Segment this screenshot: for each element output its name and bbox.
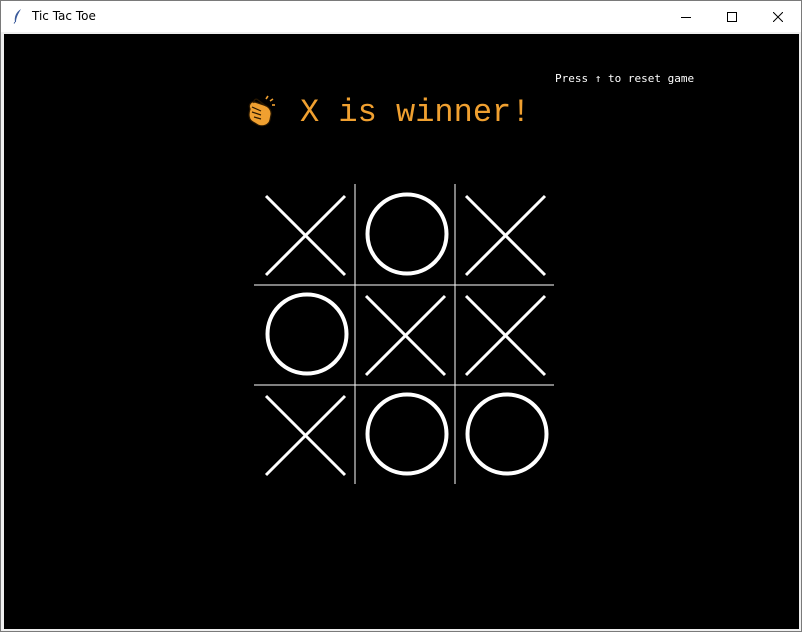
minimize-button[interactable] xyxy=(663,1,709,32)
app-window: Tic Tac Toe Press ↑ to reset game X is w… xyxy=(0,0,802,632)
window-title: Tic Tac Toe xyxy=(32,9,96,23)
winner-banner: X is winner! xyxy=(244,92,530,132)
board-cell-5-x-mark[interactable] xyxy=(354,284,454,384)
game-board xyxy=(254,184,554,484)
winner-message: X is winner! xyxy=(300,93,531,131)
board-cell-1-x-mark[interactable] xyxy=(254,184,354,284)
board-cell-8-o-mark[interactable] xyxy=(354,384,454,484)
game-canvas[interactable]: Press ↑ to reset game X is winner! xyxy=(4,34,799,629)
minimize-icon xyxy=(681,16,691,18)
maximize-icon xyxy=(727,11,737,22)
board-cell-9-o-mark[interactable] xyxy=(454,384,554,484)
close-button[interactable] xyxy=(755,1,801,32)
reset-hint: Press ↑ to reset game xyxy=(555,72,695,85)
board-cell-7-x-mark[interactable] xyxy=(254,384,354,484)
board-cell-3-x-mark[interactable] xyxy=(454,184,554,284)
board-cell-2-o-mark[interactable] xyxy=(354,184,454,284)
feather-icon xyxy=(13,9,21,24)
maximize-button[interactable] xyxy=(709,1,755,32)
board-cell-4-o-mark[interactable] xyxy=(254,284,354,384)
title-bar[interactable]: Tic Tac Toe xyxy=(1,1,801,32)
close-icon xyxy=(773,11,783,22)
clapping-hands-icon xyxy=(248,95,275,127)
board-cell-6-x-mark[interactable] xyxy=(454,284,554,384)
